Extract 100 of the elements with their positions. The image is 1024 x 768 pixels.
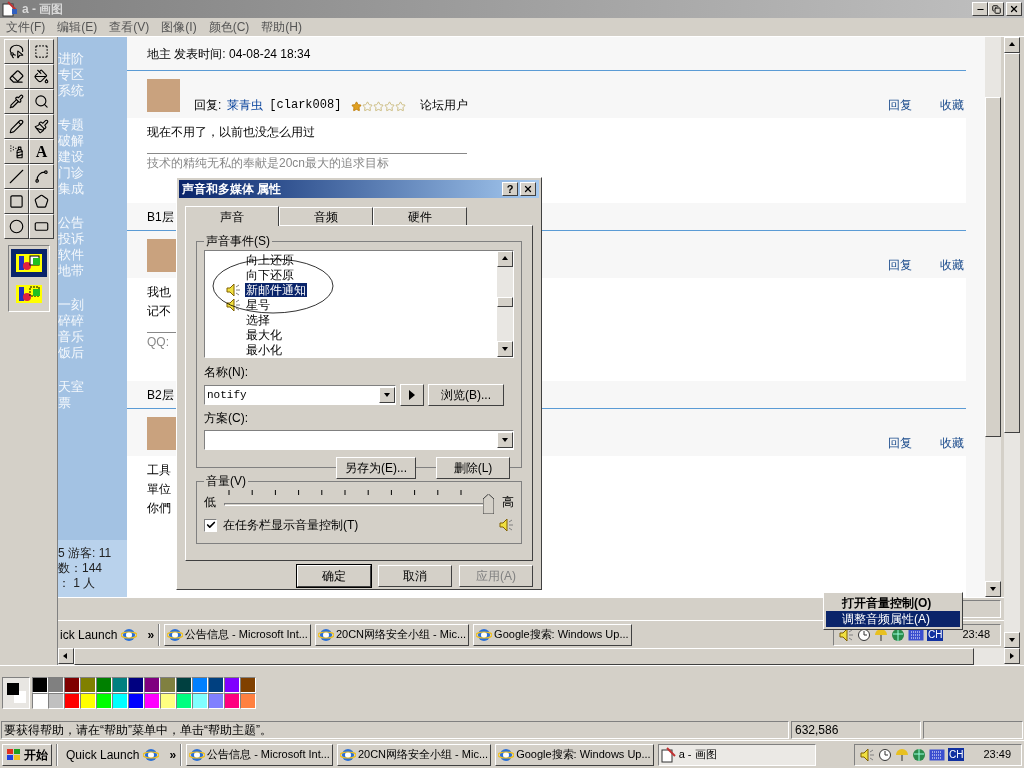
- tool-button[interactable]: [4, 189, 29, 214]
- color-swatch[interactable]: [128, 693, 144, 709]
- play-button[interactable]: [400, 384, 424, 406]
- language-indicator[interactable]: CH: [948, 748, 965, 761]
- taskbar-button[interactable]: Google搜索: Windows Up...: [495, 743, 654, 766]
- taskbar-button[interactable]: 20CN网络安全小组 - Mic...: [336, 743, 492, 766]
- author-link[interactable]: 莱青虫: [227, 96, 264, 114]
- color-swatch[interactable]: [224, 677, 240, 693]
- color-swatch[interactable]: [80, 693, 96, 709]
- scroll-down-button[interactable]: [985, 581, 1001, 597]
- color-swatch[interactable]: [64, 693, 80, 709]
- sound-event-item[interactable]: 最小化: [245, 342, 283, 357]
- tool-button[interactable]: [29, 114, 54, 139]
- color-swatch[interactable]: [144, 677, 160, 693]
- menu-item[interactable]: 调整音频属性(A): [826, 611, 960, 627]
- scroll-down-button[interactable]: [497, 341, 513, 357]
- post-action-link[interactable]: 回复: [888, 256, 912, 274]
- start-button[interactable]: 开始: [2, 743, 52, 766]
- chevron-button[interactable]: »: [147, 625, 155, 644]
- chevron-button[interactable]: »: [169, 745, 177, 764]
- restore-button[interactable]: [988, 2, 1004, 16]
- tool-button[interactable]: [4, 214, 29, 239]
- close-button[interactable]: [520, 182, 536, 196]
- tool-button[interactable]: [29, 39, 54, 64]
- color-swatch[interactable]: [160, 677, 176, 693]
- scroll-thumb[interactable]: [497, 297, 513, 307]
- taskbar-button[interactable]: 公告信息 - Microsoft Int...: [164, 623, 311, 646]
- taskbar-button[interactable]: 20CN网络安全小组 - Mic...: [314, 623, 470, 646]
- sound-event-item[interactable]: 选择: [245, 312, 271, 327]
- dialog-button[interactable]: 确定: [297, 565, 371, 587]
- color-swatch[interactable]: [112, 677, 128, 693]
- dialog-button[interactable]: 取消: [378, 565, 452, 587]
- scroll-down-button[interactable]: [497, 432, 513, 448]
- color-swatch[interactable]: [192, 693, 208, 709]
- tool-button[interactable]: [29, 214, 54, 239]
- slider-thumb[interactable]: [483, 494, 494, 514]
- scroll-down-button[interactable]: [379, 387, 395, 403]
- sound-event-item[interactable]: 星号: [245, 297, 271, 312]
- tool-button[interactable]: [4, 164, 29, 189]
- tool-button[interactable]: [4, 64, 29, 89]
- tool-button[interactable]: [4, 139, 29, 164]
- scroll-thumb[interactable]: [1004, 53, 1020, 433]
- scroll-up-button[interactable]: [497, 251, 513, 267]
- post-action-link[interactable]: 收藏: [940, 96, 964, 114]
- scroll-right-button[interactable]: [1004, 648, 1020, 664]
- delete-button[interactable]: 删除(L): [436, 457, 510, 479]
- checkbox[interactable]: [204, 518, 217, 532]
- tab[interactable]: 声音: [185, 206, 279, 226]
- sound-event-item[interactable]: 新邮件通知: [245, 282, 307, 297]
- menu-item[interactable]: 帮助(H): [261, 18, 302, 36]
- tool-button[interactable]: A: [29, 139, 54, 164]
- post-action-link[interactable]: 回复: [888, 434, 912, 452]
- color-swatch[interactable]: [128, 677, 144, 693]
- color-swatch[interactable]: [32, 693, 48, 709]
- color-swatch[interactable]: [160, 693, 176, 709]
- color-swatch[interactable]: [64, 677, 80, 693]
- sound-event-item[interactable]: 最大化: [245, 327, 283, 342]
- color-swatch[interactable]: [240, 677, 256, 693]
- menu-item[interactable]: 查看(V): [109, 18, 150, 36]
- menu-item[interactable]: 打开音量控制(O): [826, 595, 960, 611]
- menu-item[interactable]: 颜色(C): [208, 18, 250, 36]
- tool-button[interactable]: [4, 114, 29, 139]
- help-button[interactable]: ?: [502, 182, 518, 196]
- color-swatch[interactable]: [48, 677, 64, 693]
- close-button[interactable]: [1006, 2, 1022, 16]
- sound-event-item[interactable]: 向下还原: [245, 267, 295, 282]
- color-swatch[interactable]: [176, 677, 192, 693]
- color-swatch[interactable]: [224, 693, 240, 709]
- post-action-link[interactable]: 收藏: [940, 434, 964, 452]
- tool-button[interactable]: [4, 89, 29, 114]
- scroll-down-button[interactable]: [1004, 632, 1020, 648]
- tool-button[interactable]: [29, 164, 54, 189]
- tool-button[interactable]: [29, 64, 54, 89]
- menu-item[interactable]: 图像(I): [161, 18, 197, 36]
- tool-button[interactable]: [29, 189, 54, 214]
- save-as-button[interactable]: 另存为(E)...: [336, 457, 416, 479]
- scroll-thumb[interactable]: [985, 97, 1001, 437]
- transparency-option[interactable]: [11, 249, 47, 277]
- taskbar-button[interactable]: a - 画图: [657, 743, 816, 766]
- tab[interactable]: 硬件: [373, 207, 467, 225]
- menu-item[interactable]: 编辑(E): [57, 18, 98, 36]
- browse-button[interactable]: 浏览(B)...: [428, 384, 504, 406]
- minimize-button[interactable]: [972, 2, 988, 16]
- taskbar-button[interactable]: 公告信息 - Microsoft Int...: [186, 743, 333, 766]
- color-swatch[interactable]: [208, 693, 224, 709]
- scheme-combobox[interactable]: [204, 430, 514, 450]
- tab[interactable]: 音频: [279, 207, 373, 225]
- color-swatch[interactable]: [192, 677, 208, 693]
- color-swatch[interactable]: [144, 693, 160, 709]
- tool-button[interactable]: [29, 89, 54, 114]
- scroll-up-button[interactable]: [1004, 37, 1020, 53]
- color-swatch[interactable]: [80, 677, 96, 693]
- color-swatch[interactable]: [96, 677, 112, 693]
- color-swatch[interactable]: [48, 693, 64, 709]
- color-swatch[interactable]: [176, 693, 192, 709]
- scroll-left-button[interactable]: [58, 648, 74, 664]
- taskbar-button[interactable]: Google搜索: Windows Up...: [473, 623, 632, 646]
- color-swatch[interactable]: [240, 693, 256, 709]
- color-swatch[interactable]: [208, 677, 224, 693]
- menu-item[interactable]: 文件(F): [6, 18, 46, 36]
